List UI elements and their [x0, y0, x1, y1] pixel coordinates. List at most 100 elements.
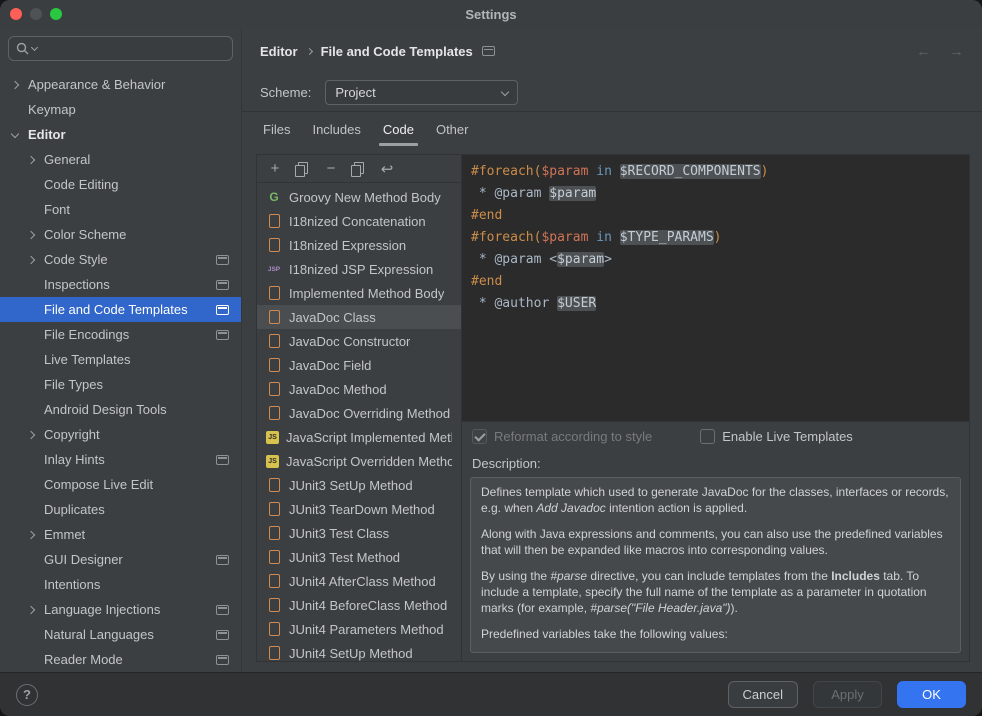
sidebar-item-inlay-hints[interactable]: Inlay Hints	[0, 447, 241, 472]
chevron-right-icon[interactable]	[12, 82, 28, 88]
template-item-javascript-overridden-methods[interactable]: JSJavaScript Overridden Methods	[257, 449, 461, 473]
current-project-icon	[216, 555, 229, 565]
forward-icon[interactable]: →	[949, 43, 964, 60]
template-item-label: JavaDoc Method	[289, 382, 387, 397]
sidebar-item-duplicates[interactable]: Duplicates	[0, 497, 241, 522]
duplicate-template-icon[interactable]	[351, 162, 367, 176]
template-item-groovy-new-method-body[interactable]: GGroovy New Method Body	[257, 185, 461, 209]
jsp-icon: JSP	[266, 261, 282, 277]
current-project-icon	[216, 305, 229, 315]
template-item-implemented-method-body[interactable]: Implemented Method Body	[257, 281, 461, 305]
tab-files[interactable]: Files	[252, 122, 301, 146]
chevron-right-icon[interactable]	[28, 257, 44, 263]
template-list-pane: + − ↩ GGroovy New Method BodyI18nized Conc…	[257, 155, 462, 661]
close-window-button[interactable]	[10, 8, 22, 20]
sidebar-item-label: Color Scheme	[44, 227, 126, 242]
description-paragraph: Defines template which used to generate …	[481, 484, 950, 516]
sidebar-item-label: Inlay Hints	[44, 452, 105, 467]
template-icon	[266, 309, 282, 325]
template-item-javadoc-field[interactable]: JavaDoc Field	[257, 353, 461, 377]
js-icon: JS	[266, 455, 279, 468]
template-item-i18nized-jsp-expression[interactable]: JSPI18nized JSP Expression	[257, 257, 461, 281]
back-icon[interactable]: ←	[916, 43, 931, 60]
chevron-right-icon[interactable]	[28, 232, 44, 238]
sidebar-item-android-design-tools[interactable]: Android Design Tools	[0, 397, 241, 422]
sidebar-item-reader-mode[interactable]: Reader Mode	[0, 647, 241, 672]
template-item-junit3-test-class[interactable]: JUnit3 Test Class	[257, 521, 461, 545]
template-item-label: JUnit4 BeforeClass Method	[289, 598, 447, 613]
template-toolbar: + − ↩	[257, 155, 461, 183]
template-item-label: JavaDoc Field	[289, 358, 371, 373]
template-icon	[266, 501, 282, 517]
current-project-icon	[216, 455, 229, 465]
template-icon	[266, 333, 282, 349]
template-item-junit4-parameters-method[interactable]: JUnit4 Parameters Method	[257, 617, 461, 641]
scheme-label: Scheme:	[260, 85, 311, 100]
sidebar-item-inspections[interactable]: Inspections	[0, 272, 241, 297]
sidebar-item-general[interactable]: General	[0, 147, 241, 172]
sidebar-item-label: General	[44, 152, 90, 167]
template-item-i18nized-concatenation[interactable]: I18nized Concatenation	[257, 209, 461, 233]
sidebar-item-label: Keymap	[28, 102, 76, 117]
template-item-javascript-implemented-methods[interactable]: JSJavaScript Implemented Methods	[257, 425, 461, 449]
sidebar-item-live-templates[interactable]: Live Templates	[0, 347, 241, 372]
sidebar-item-font[interactable]: Font	[0, 197, 241, 222]
copy-template-icon[interactable]	[295, 162, 311, 176]
template-item-i18nized-expression[interactable]: I18nized Expression	[257, 233, 461, 257]
template-item-javadoc-constructor[interactable]: JavaDoc Constructor	[257, 329, 461, 353]
tab-other[interactable]: Other	[425, 122, 480, 146]
description-box[interactable]: Defines template which used to generate …	[470, 477, 961, 653]
add-template-icon[interactable]: +	[267, 161, 283, 177]
template-item-label: JUnit4 Parameters Method	[289, 622, 444, 637]
sidebar-item-appearance-behavior[interactable]: Appearance & Behavior	[0, 72, 241, 97]
template-icon	[266, 357, 282, 373]
template-item-javadoc-overriding-method[interactable]: JavaDoc Overriding Method	[257, 401, 461, 425]
chevron-right-icon[interactable]	[28, 432, 44, 438]
code-editor[interactable]: #foreach($param in $RECORD_COMPONENTS) *…	[462, 155, 969, 421]
template-item-javadoc-method[interactable]: JavaDoc Method	[257, 377, 461, 401]
breadcrumb-editor[interactable]: Editor	[260, 44, 298, 59]
reset-templates-icon[interactable]: ↩	[379, 161, 395, 177]
sidebar-item-language-injections[interactable]: Language Injections	[0, 597, 241, 622]
zoom-window-button[interactable]	[50, 8, 62, 20]
sidebar-item-file-and-code-templates[interactable]: File and Code Templates	[0, 297, 241, 322]
chevron-down-icon[interactable]	[12, 133, 28, 137]
sidebar-item-code-editing[interactable]: Code Editing	[0, 172, 241, 197]
checkbox-box[interactable]	[700, 429, 715, 444]
chevron-right-icon[interactable]	[28, 532, 44, 538]
template-item-junit4-afterclass-method[interactable]: JUnit4 AfterClass Method	[257, 569, 461, 593]
template-item-junit4-setup-method[interactable]: JUnit4 SetUp Method	[257, 641, 461, 661]
sidebar-item-editor[interactable]: Editor	[0, 122, 241, 147]
search-input[interactable]	[40, 41, 225, 56]
tab-includes[interactable]: Includes	[301, 122, 371, 146]
tab-code[interactable]: Code	[372, 122, 425, 146]
sidebar-item-copyright[interactable]: Copyright	[0, 422, 241, 447]
template-editor-pane: #foreach($param in $RECORD_COMPONENTS) *…	[462, 155, 969, 661]
help-button[interactable]: ?	[16, 684, 38, 706]
sidebar-item-file-types[interactable]: File Types	[0, 372, 241, 397]
template-item-junit4-beforeclass-method[interactable]: JUnit4 BeforeClass Method	[257, 593, 461, 617]
sidebar-item-label: Appearance & Behavior	[28, 77, 165, 92]
sidebar-item-natural-languages[interactable]: Natural Languages	[0, 622, 241, 647]
checkbox-enable-live-templates[interactable]: Enable Live Templates	[700, 429, 853, 444]
template-item-javadoc-class[interactable]: JavaDoc Class	[257, 305, 461, 329]
template-item-junit3-teardown-method[interactable]: JUnit3 TearDown Method	[257, 497, 461, 521]
sidebar-item-compose-live-edit[interactable]: Compose Live Edit	[0, 472, 241, 497]
sidebar-item-keymap[interactable]: Keymap	[0, 97, 241, 122]
sidebar-item-color-scheme[interactable]: Color Scheme	[0, 222, 241, 247]
settings-search[interactable]	[8, 36, 233, 61]
scheme-select[interactable]: Project	[325, 80, 518, 105]
template-item-junit3-test-method[interactable]: JUnit3 Test Method	[257, 545, 461, 569]
template-item-junit3-setup-method[interactable]: JUnit3 SetUp Method	[257, 473, 461, 497]
sidebar-item-intentions[interactable]: Intentions	[0, 572, 241, 597]
search-history-chevron-icon[interactable]	[31, 44, 38, 51]
sidebar-item-emmet[interactable]: Emmet	[0, 522, 241, 547]
sidebar-item-code-style[interactable]: Code Style	[0, 247, 241, 272]
sidebar-item-gui-designer[interactable]: GUI Designer	[0, 547, 241, 572]
chevron-right-icon[interactable]	[28, 607, 44, 613]
remove-template-icon[interactable]: −	[323, 161, 339, 177]
ok-button[interactable]: OK	[897, 681, 966, 708]
cancel-button[interactable]: Cancel	[728, 681, 798, 708]
chevron-right-icon[interactable]	[28, 157, 44, 163]
sidebar-item-file-encodings[interactable]: File Encodings	[0, 322, 241, 347]
